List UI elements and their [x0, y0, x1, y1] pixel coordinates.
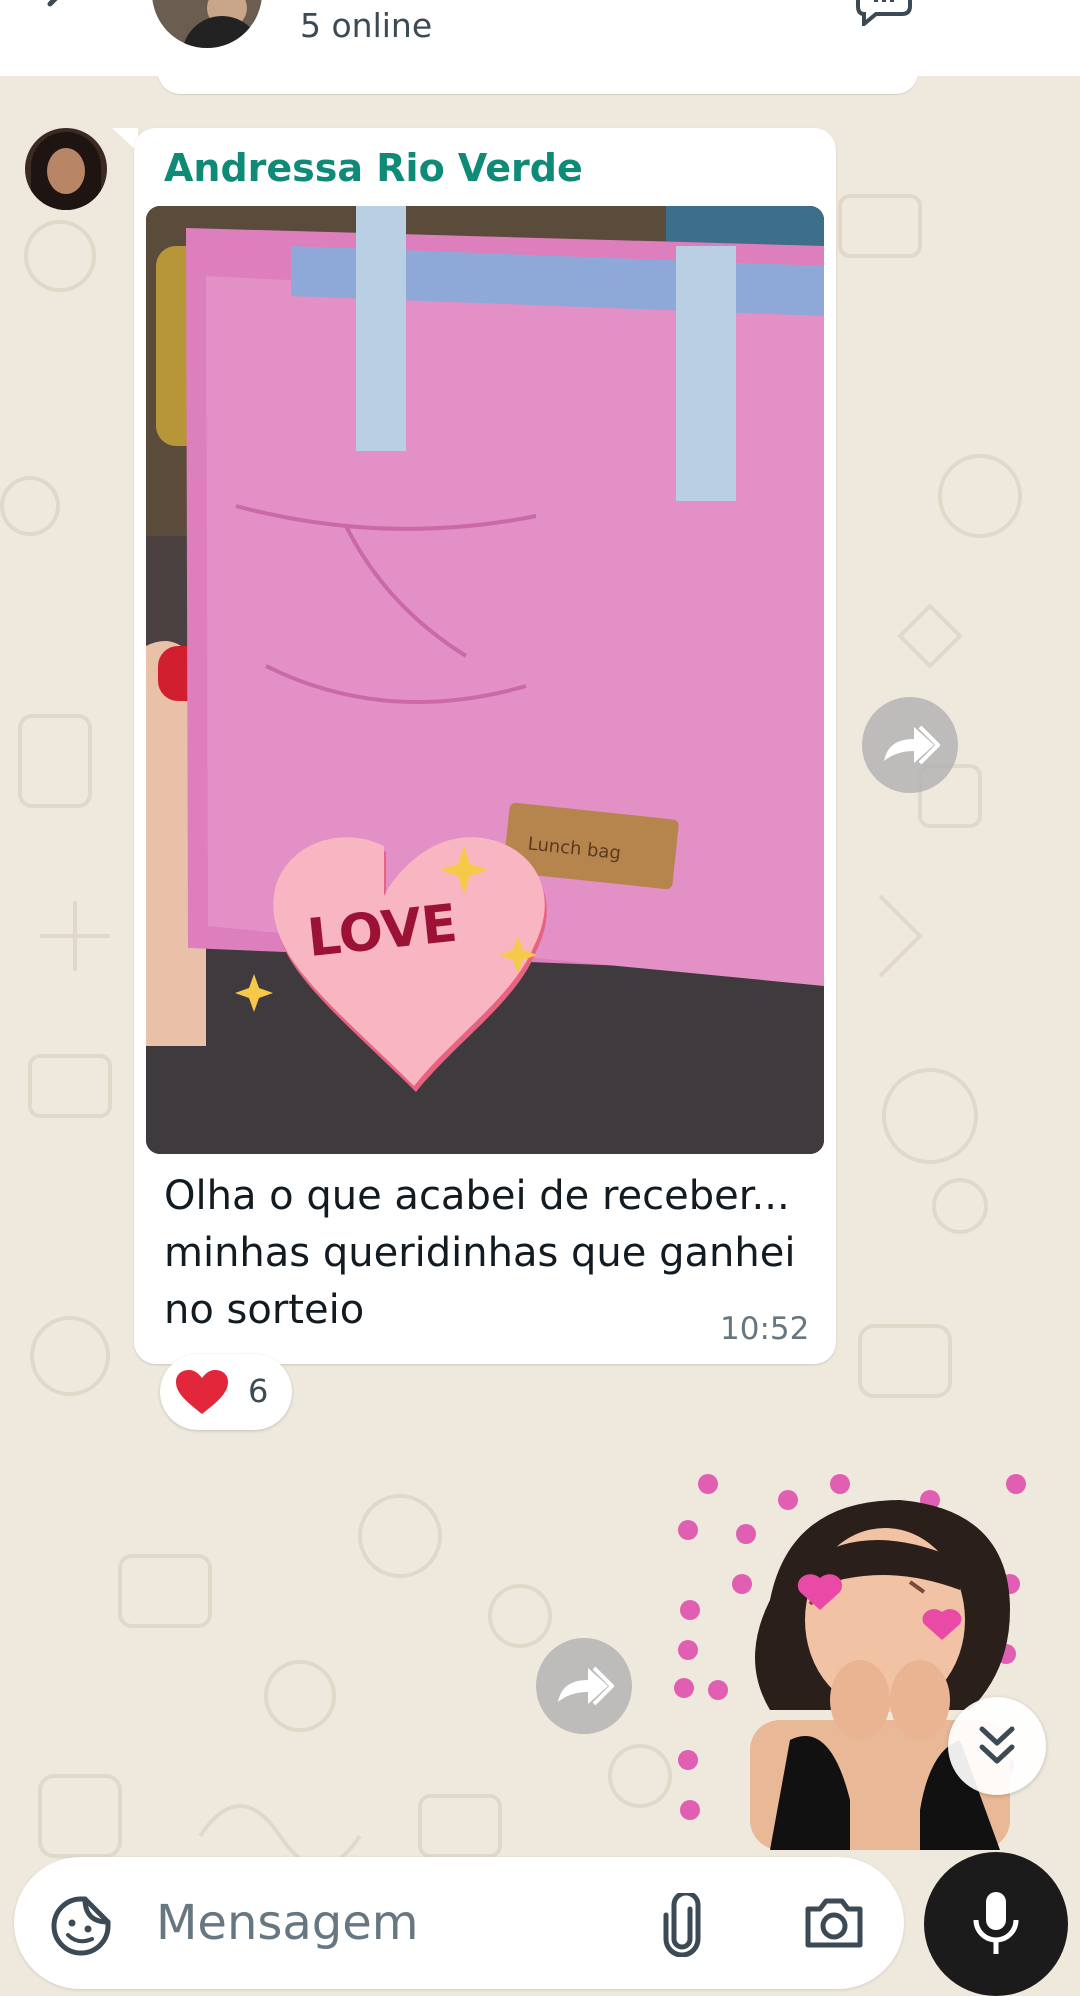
red-heart-icon	[176, 1370, 228, 1414]
more-vertical-icon[interactable]	[1000, 0, 1030, 24]
sender-avatar[interactable]	[25, 128, 107, 210]
paperclip-icon[interactable]	[660, 1893, 704, 1957]
group-avatar[interactable]	[152, 0, 262, 48]
video-call-icon[interactable]	[852, 0, 916, 26]
sender-name[interactable]: Andressa Rio Verde	[164, 146, 583, 190]
forward-button[interactable]	[862, 697, 958, 793]
microphone-icon	[973, 1892, 1019, 1954]
message-time: 10:52	[720, 1311, 810, 1347]
sticker-icon[interactable]	[50, 1895, 112, 1957]
online-status: 5 online	[300, 6, 433, 45]
forward-button[interactable]	[536, 1638, 632, 1734]
reaction-pill[interactable]: 6	[160, 1354, 292, 1430]
message-input[interactable]	[156, 1885, 636, 1961]
camera-icon[interactable]	[802, 1895, 866, 1951]
forward-icon	[558, 1666, 614, 1706]
chat-header: 5 online	[0, 0, 1080, 76]
message-composer	[14, 1857, 904, 1989]
microphone-button[interactable]	[924, 1852, 1068, 1996]
forward-icon	[884, 725, 940, 765]
reaction-count: 6	[248, 1372, 269, 1410]
message-caption: Olha o que acabei de receber... minhas q…	[164, 1173, 796, 1333]
scroll-to-bottom-button[interactable]	[948, 1697, 1046, 1795]
message-bubble[interactable]: Andressa Rio Verde Lunch bag LOVE Olha o…	[134, 128, 836, 1364]
double-chevron-down-icon	[979, 1726, 1015, 1764]
back-arrow-icon[interactable]	[40, 0, 80, 22]
message-photo[interactable]: Lunch bag LOVE	[146, 206, 824, 1154]
